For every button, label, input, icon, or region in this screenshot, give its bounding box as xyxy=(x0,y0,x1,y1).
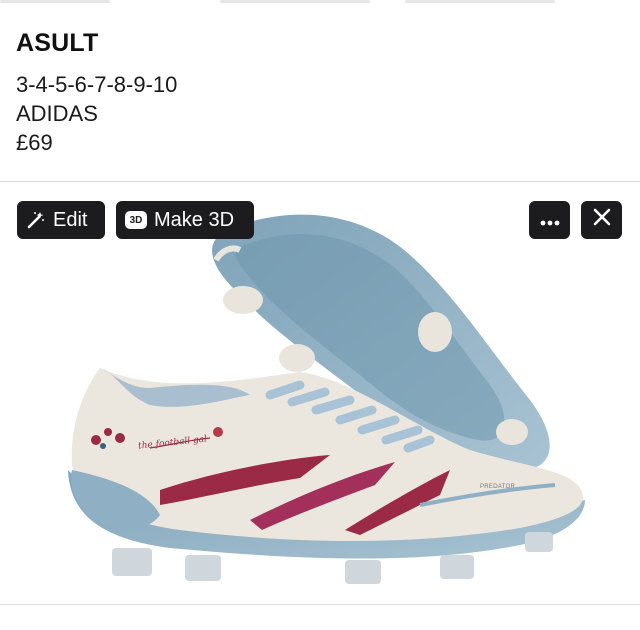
listing-details: ASULT 3-4-5-6-7-8-9-10 ADIDAS £69 xyxy=(16,26,616,157)
boot-illustration xyxy=(68,214,585,584)
listing-title: ASULT xyxy=(16,29,99,57)
make-3d-button[interactable]: 3D Make 3D xyxy=(116,201,254,239)
top-strip-segment xyxy=(405,0,555,3)
top-strip-segment xyxy=(0,0,110,3)
edit-label: Edit xyxy=(53,208,88,231)
boot-side-text: PREDATOR xyxy=(480,484,516,490)
product-photo[interactable]: the football gal PREDATOR xyxy=(0,182,640,604)
3d-badge: 3D xyxy=(125,211,147,229)
top-strip-segment xyxy=(220,0,370,3)
listing-sizes: 3-4-5-6-7-8-9-10 xyxy=(16,72,178,97)
make-3d-label: Make 3D xyxy=(154,208,235,231)
top-strip xyxy=(0,0,640,4)
ellipsis-icon xyxy=(540,209,560,232)
close-icon xyxy=(593,208,611,232)
3d-icon: 3D xyxy=(125,211,147,229)
magic-wand-icon xyxy=(26,210,46,230)
listing-price: £69 xyxy=(16,130,53,155)
listing-meta: 3-4-5-6-7-8-9-10 ADIDAS £69 xyxy=(16,70,616,157)
photo-bottom-border xyxy=(0,604,640,605)
close-button[interactable] xyxy=(581,201,622,239)
edit-button[interactable]: Edit xyxy=(17,201,105,239)
more-options-button[interactable] xyxy=(529,201,570,239)
listing-brand: ADIDAS xyxy=(16,101,98,126)
